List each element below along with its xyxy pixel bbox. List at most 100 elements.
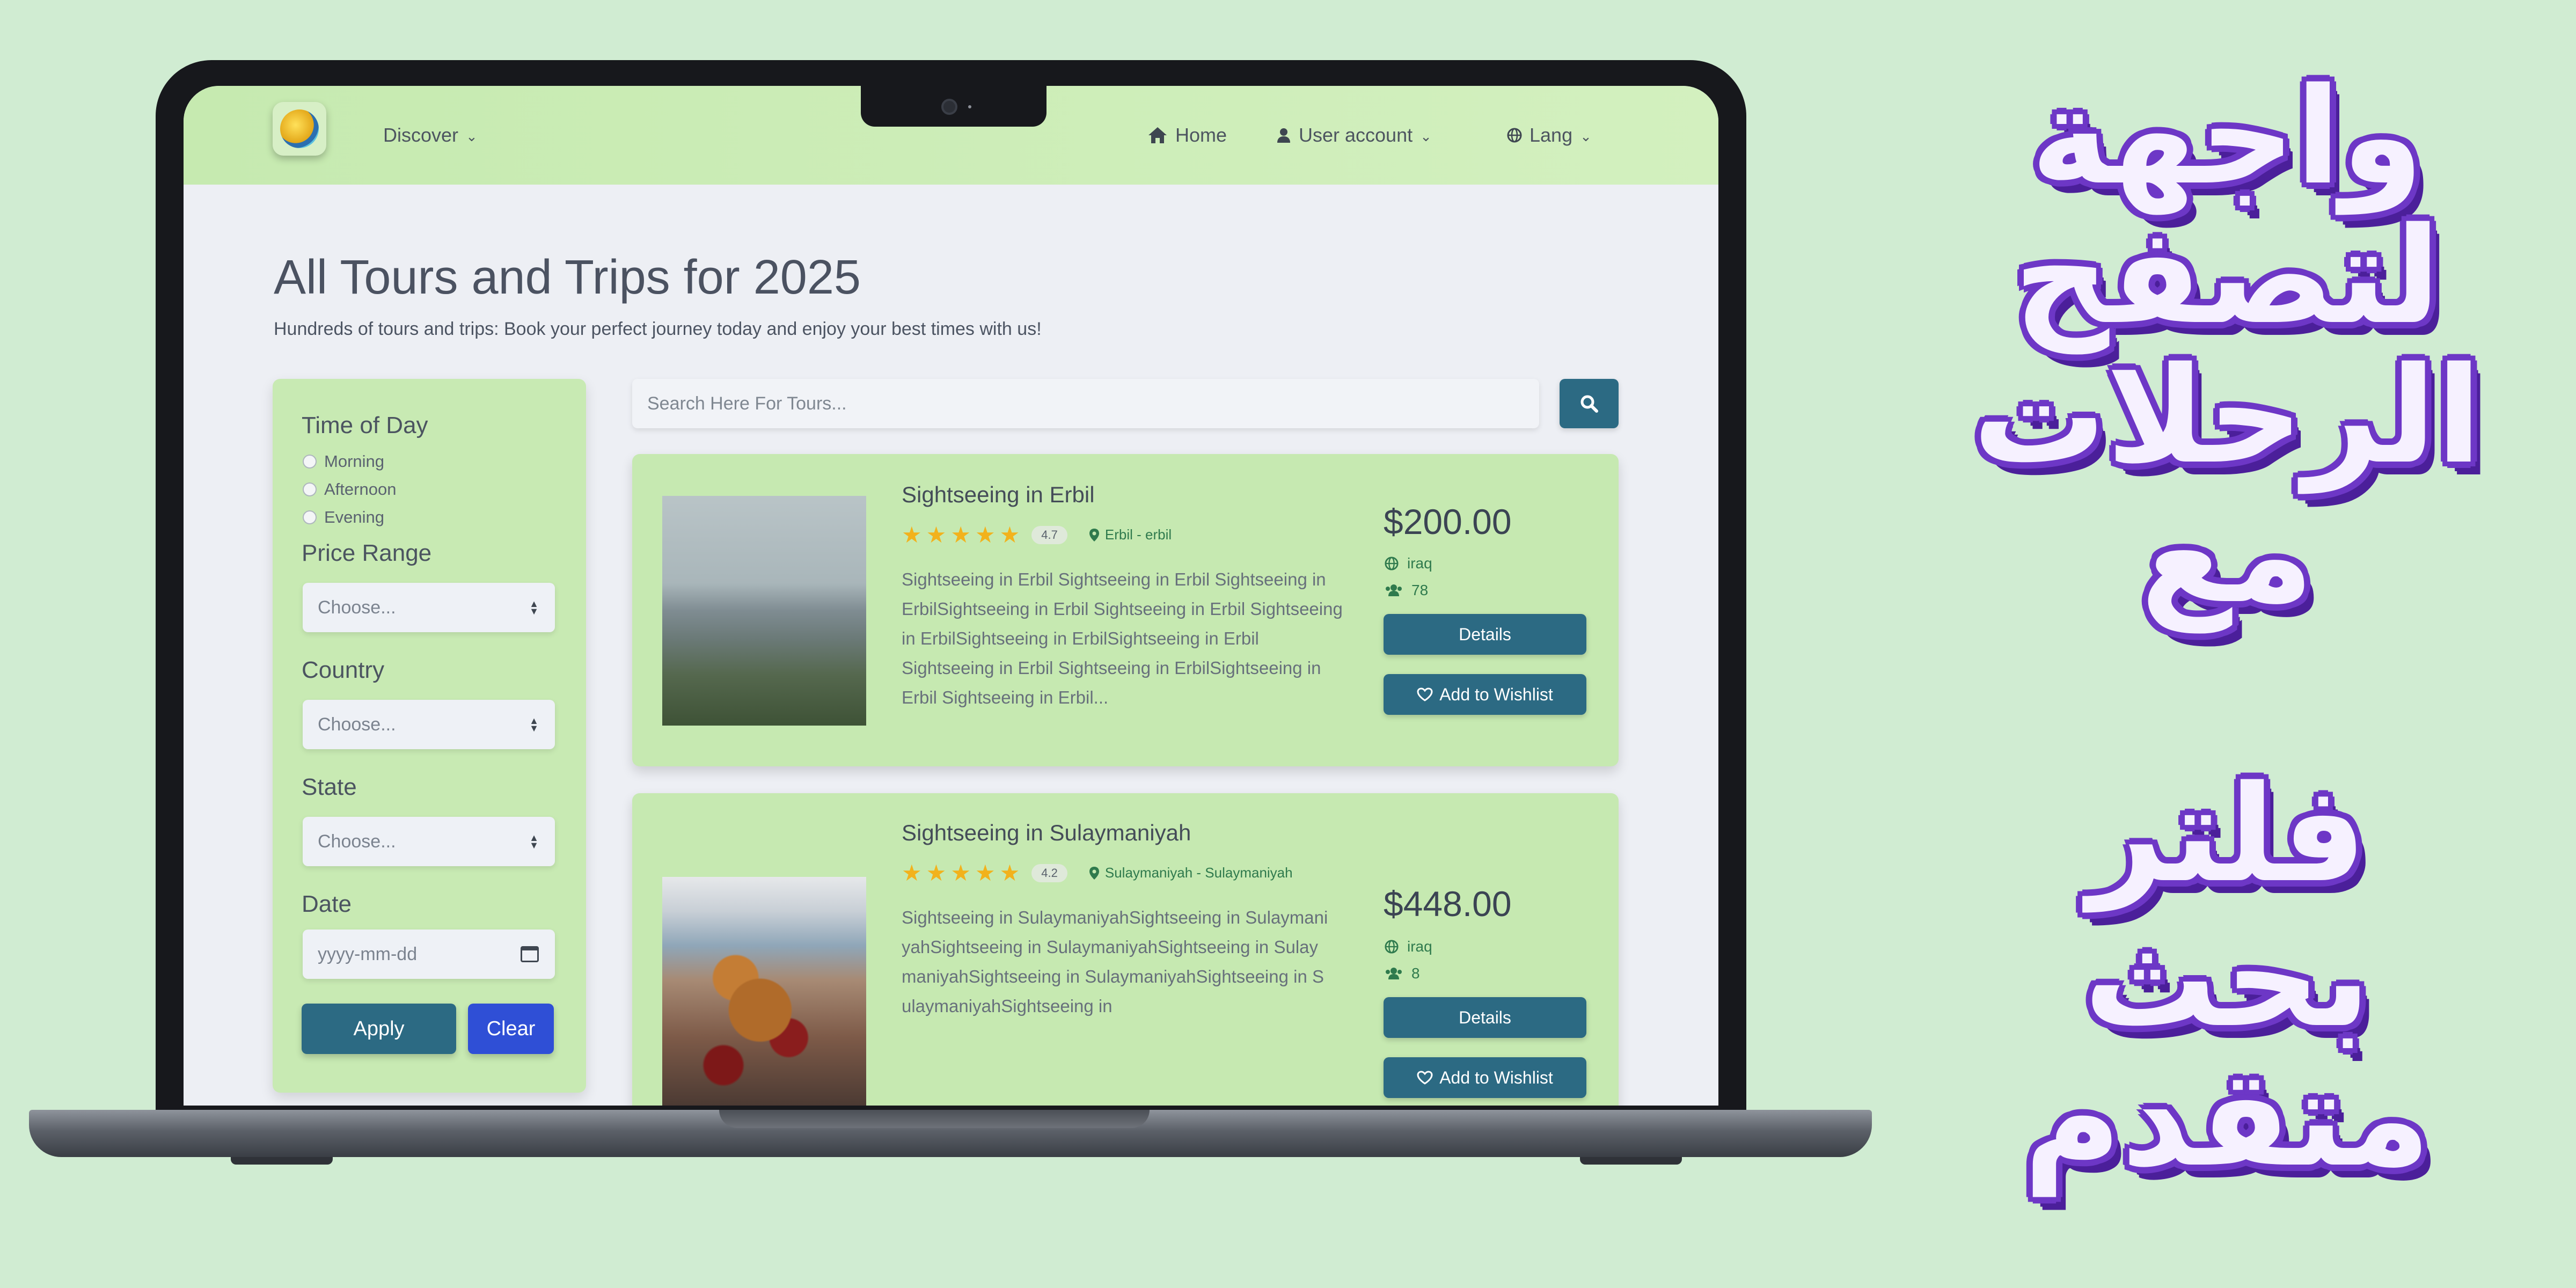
search-button[interactable] <box>1560 379 1619 428</box>
star-icon: ★ <box>950 522 971 548</box>
star-icon: ★ <box>950 860 971 886</box>
chevron-down-icon: ⌄ <box>1580 128 1592 144</box>
tour-location: Sulaymaniyah - Sulaymaniyah <box>1089 865 1293 881</box>
promo-line-4: مع <box>2140 478 2314 633</box>
country-value: Choose... <box>318 714 396 735</box>
tour-group-size: 8 <box>1385 965 1420 982</box>
nav-user-account[interactable]: User account ⌄ <box>1276 86 1432 185</box>
radio-button[interactable] <box>303 455 317 469</box>
radio-evening[interactable]: Evening <box>303 508 384 527</box>
radio-morning[interactable]: Morning <box>303 452 384 471</box>
radio-afternoon[interactable]: Afternoon <box>303 480 396 499</box>
search-input[interactable]: Search Here For Tours... <box>632 379 1539 428</box>
wishlist-label: Add to Wishlist <box>1439 684 1553 704</box>
details-button[interactable]: Details <box>1384 614 1586 655</box>
tour-price: $448.00 <box>1384 884 1512 924</box>
tour-group-size-label: 78 <box>1411 582 1429 598</box>
date-placeholder: yyyy-mm-dd <box>318 943 418 964</box>
heart-icon <box>1417 1071 1433 1085</box>
search-icon <box>1580 395 1598 413</box>
tour-rating: ★ ★ ★ ★ ★ 4.7 Erbil - erbil <box>902 522 1172 548</box>
star-icon: ★ <box>999 522 1020 548</box>
price-range-label: Price Range <box>302 540 432 566</box>
radio-button[interactable] <box>303 510 317 524</box>
radio-evening-label: Evening <box>324 508 385 526</box>
globe-icon <box>1507 128 1522 143</box>
add-to-wishlist-button[interactable]: Add to Wishlist <box>1384 674 1586 715</box>
promo-line-5: فلتر <box>2088 757 2367 912</box>
filter-sidebar: Time of Day Morning Afternoon Evening Pr… <box>273 379 586 1093</box>
star-icon: ★ <box>926 860 947 886</box>
radio-afternoon-label: Afternoon <box>324 480 397 499</box>
price-range-select[interactable]: Choose... ▲ ▼ <box>303 583 555 632</box>
tour-image[interactable] <box>662 877 866 1107</box>
logo-icon <box>280 109 319 148</box>
star-icon: ★ <box>975 522 996 548</box>
add-to-wishlist-button[interactable]: Add to Wishlist <box>1384 1057 1586 1098</box>
country-select[interactable]: Choose... ▲ ▼ <box>303 700 555 749</box>
tour-card: Sightseeing in Erbil ★ ★ ★ ★ ★ 4.7 Erbil - e… <box>632 454 1619 766</box>
radio-morning-label: Morning <box>324 452 384 471</box>
heart-icon <box>1417 687 1433 701</box>
date-label: Date <box>302 891 352 917</box>
state-label: State <box>302 774 357 800</box>
tour-description: Sightseeing in SulaymaniyahSightseeing i… <box>902 908 1328 1016</box>
radio-button[interactable] <box>303 482 317 496</box>
state-value: Choose... <box>318 831 396 852</box>
promo-line-1: واجهة <box>2030 60 2424 214</box>
state-select[interactable]: Choose... ▲ ▼ <box>303 817 555 866</box>
users-icon <box>1386 584 1402 596</box>
tour-country-label: iraq <box>1407 938 1432 955</box>
tour-price: $200.00 <box>1384 502 1512 541</box>
nav-lang[interactable]: Lang ⌄ <box>1507 86 1592 185</box>
nav-lang-label: Lang <box>1529 124 1573 146</box>
date-input[interactable]: yyyy-mm-dd <box>303 930 555 979</box>
rating-badge: 4.2 <box>1031 863 1067 882</box>
webcam-indicator <box>968 105 971 108</box>
laptop-foot <box>231 1157 333 1165</box>
price-range-value: Choose... <box>318 597 396 618</box>
users-icon <box>1386 968 1402 979</box>
apply-button[interactable]: Apply <box>302 1004 456 1054</box>
promo-line-7: متقدم <box>2023 1042 2431 1196</box>
site-logo[interactable] <box>273 102 326 156</box>
details-button[interactable]: Details <box>1384 997 1586 1038</box>
chevron-down-icon: ⌄ <box>1420 128 1432 144</box>
star-icon: ★ <box>999 860 1020 886</box>
map-pin-icon <box>1089 528 1099 541</box>
tour-location-label: Sulaymaniyah - Sulaymaniyah <box>1104 865 1293 881</box>
rating-badge: 4.7 <box>1031 525 1067 544</box>
globe-icon <box>1385 940 1399 954</box>
nav-home[interactable]: Home <box>1147 86 1227 185</box>
tour-country-label: iraq <box>1407 555 1432 572</box>
clear-button[interactable]: Clear <box>468 1004 554 1054</box>
tour-title[interactable]: Sightseeing in Erbil <box>902 482 1095 508</box>
globe-icon <box>1385 557 1399 570</box>
tour-group-size: 78 <box>1385 582 1428 599</box>
laptop-opening-lip <box>719 1110 1150 1128</box>
star-icon: ★ <box>926 522 947 548</box>
tour-country: iraq <box>1385 938 1432 955</box>
laptop-screen: Discover ⌄ Home User account ⌄ Lang ⌄ Al… <box>184 86 1718 1112</box>
user-icon <box>1277 128 1290 143</box>
tour-location: Erbil - erbil <box>1089 526 1172 543</box>
page-subtitle: Hundreds of tours and trips: Book your p… <box>274 319 1042 339</box>
star-icon: ★ <box>902 860 922 886</box>
nav-user-account-label: User account <box>1299 124 1413 146</box>
webcam <box>941 99 957 115</box>
country-label: Country <box>302 657 385 683</box>
page-title: All Tours and Trips for 2025 <box>274 251 861 304</box>
calendar-icon[interactable] <box>521 946 539 962</box>
tour-card: Sightseeing in Sulaymaniyah ★ ★ ★ ★ ★ 4.2 Su… <box>632 793 1619 1112</box>
map-pin-icon <box>1089 866 1099 880</box>
nav-discover-label: Discover <box>383 124 459 146</box>
camera-notch <box>861 86 1046 127</box>
promo-line-3: الرحلات <box>1972 339 2482 493</box>
tour-title[interactable]: Sightseeing in Sulaymaniyah <box>902 820 1191 846</box>
nav-discover[interactable]: Discover ⌄ <box>383 86 478 185</box>
home-icon <box>1148 127 1167 143</box>
tour-rating: ★ ★ ★ ★ ★ 4.2 Sulaymaniyah - Sulaymaniyah <box>902 860 1293 886</box>
star-icon: ★ <box>902 522 922 548</box>
tour-image[interactable] <box>662 496 866 726</box>
select-arrows-icon: ▲ ▼ <box>529 598 539 617</box>
